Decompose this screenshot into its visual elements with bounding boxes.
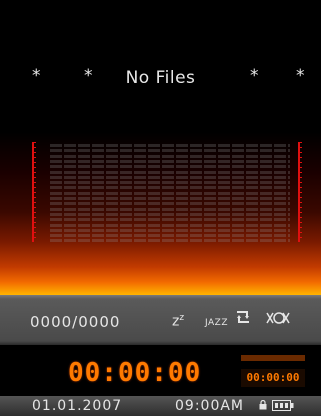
date-display: 01.01.2007 xyxy=(32,398,123,414)
spectrum-row xyxy=(50,191,290,195)
track-title: No Files xyxy=(125,68,196,88)
spectrum-row xyxy=(50,159,290,163)
battery-icon xyxy=(272,400,294,411)
spectrum-row xyxy=(50,234,290,238)
status-bar: 01.01.2007 09:00AM xyxy=(0,396,321,416)
clock-display: 09:00AM xyxy=(175,398,245,414)
equalizer-visualizer xyxy=(0,92,321,295)
shuffle-icon[interactable] xyxy=(265,309,291,332)
spectrum-row xyxy=(50,181,290,185)
total-time: 00:00:00 xyxy=(241,369,305,387)
repeat-icon[interactable] xyxy=(234,309,252,331)
spectrum-bars xyxy=(50,144,290,244)
spectrum-row xyxy=(50,228,290,232)
time-display: 00:00:00 00:00:00 xyxy=(0,345,321,399)
spectrum-row xyxy=(50,223,290,227)
elapsed-time: 00:00:00 xyxy=(68,358,202,388)
title-row: * * No Files * * xyxy=(0,62,321,92)
spectrum-row xyxy=(50,186,290,190)
spectrum-row xyxy=(50,170,290,174)
spectrum-row xyxy=(50,154,290,158)
spectrum-row xyxy=(50,218,290,222)
star-decoration: * xyxy=(296,66,305,86)
sleep-timer-icon[interactable]: zz xyxy=(172,309,184,331)
controls-strip: 0000/0000 zz JAZZ xyxy=(0,295,321,345)
spectrum-row xyxy=(50,202,290,206)
spectrum-row xyxy=(50,207,290,211)
track-counter: 0000/0000 xyxy=(30,313,121,331)
spectrum-row xyxy=(50,239,290,243)
progress-bar xyxy=(241,355,305,361)
spectrum-row xyxy=(50,149,290,153)
music-player-screen: * * No Files * * 0000/0000 zz JAZZ 00:00… xyxy=(0,0,321,416)
eq-mode-label[interactable]: JAZZ xyxy=(205,314,228,332)
lock-icon xyxy=(259,400,267,410)
spectrum-row xyxy=(50,175,290,179)
spectrum-row xyxy=(50,197,290,200)
spectrum-row xyxy=(50,212,290,216)
left-level-meter xyxy=(32,142,36,242)
right-level-meter xyxy=(298,142,302,242)
star-decoration: * xyxy=(250,66,259,86)
spectrum-row xyxy=(50,165,290,169)
spectrum-row xyxy=(50,144,290,147)
